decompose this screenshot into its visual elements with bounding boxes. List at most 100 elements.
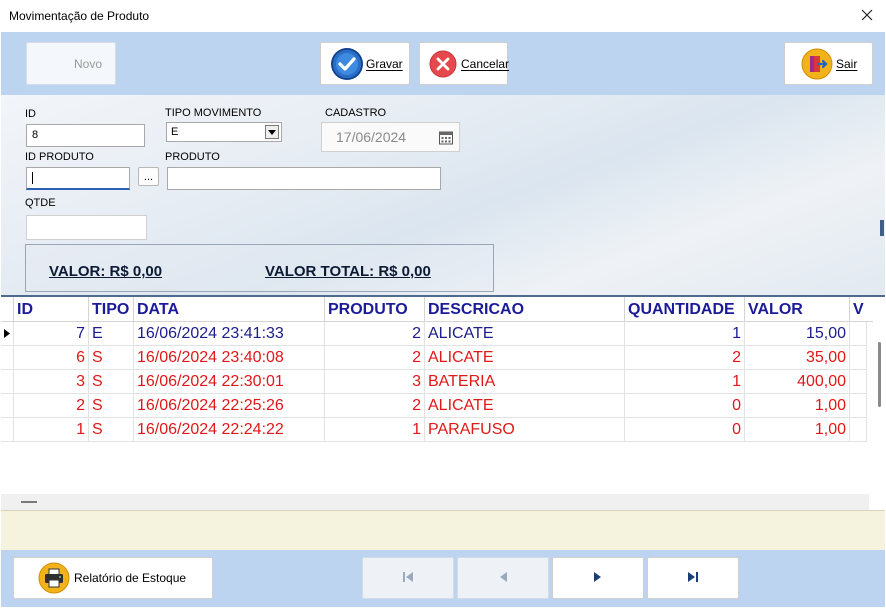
row-indicator[interactable]: [1, 418, 14, 442]
cell-v[interactable]: [850, 346, 867, 370]
col-header-descricao[interactable]: DESCRICAO: [425, 297, 625, 322]
cell-produto[interactable]: 2: [325, 394, 425, 418]
cell-valor[interactable]: 400,00: [745, 370, 850, 394]
window-title: Movimentação de Produto: [9, 9, 150, 23]
cell-quantidade[interactable]: 2: [625, 346, 745, 370]
col-header-tipo[interactable]: TIPO: [89, 297, 134, 322]
cell-data[interactable]: 16/06/2024 22:25:26: [134, 394, 325, 418]
cell-quantidade[interactable]: 0: [625, 394, 745, 418]
gravar-label: Gravar: [366, 56, 403, 71]
last-record-button[interactable]: [647, 557, 739, 599]
sair-button[interactable]: Sair: [784, 42, 873, 85]
cell-descricao[interactable]: BATERIA: [425, 370, 625, 394]
cell-descricao[interactable]: PARAFUSO: [425, 418, 625, 442]
table-row[interactable]: 3 S 16/06/2024 22:30:01 3 BATERIA 1 400,00: [1, 370, 867, 394]
vertical-scroll-thumb[interactable]: [878, 342, 881, 407]
tipo-movimento-select[interactable]: E: [166, 122, 282, 142]
cell-data[interactable]: 16/06/2024 23:40:08: [134, 346, 325, 370]
next-record-button[interactable]: [552, 557, 644, 599]
vertical-scrollbar[interactable]: [868, 322, 885, 510]
cell-tipo[interactable]: S: [89, 370, 134, 394]
produto-field[interactable]: [167, 167, 441, 190]
cell-valor[interactable]: 1,00: [745, 394, 850, 418]
cell-v[interactable]: [850, 322, 867, 346]
row-indicator[interactable]: [1, 346, 14, 370]
skip-last-icon: [687, 571, 699, 586]
cadastro-value: 17/06/2024: [336, 129, 407, 145]
cell-descricao[interactable]: ALICATE: [425, 322, 625, 346]
footer-bar: Relatório de Estoque: [1, 550, 885, 607]
qtde-field[interactable]: [26, 215, 147, 240]
table-row[interactable]: 7 E 16/06/2024 23:41:33 2 ALICATE 1 15,00: [1, 322, 867, 346]
cell-id[interactable]: 3: [14, 370, 89, 394]
cancelar-button[interactable]: Cancelar: [419, 42, 510, 85]
cell-descricao[interactable]: ALICATE: [425, 346, 625, 370]
cadastro-date-field[interactable]: 17/06/2024: [321, 122, 460, 152]
cell-v[interactable]: [850, 394, 867, 418]
calendar-icon[interactable]: [439, 130, 453, 148]
cell-id[interactable]: 2: [14, 394, 89, 418]
lookup-produto-button[interactable]: ...: [138, 167, 159, 186]
cell-valor[interactable]: 15,00: [745, 322, 850, 346]
cell-produto[interactable]: 3: [325, 370, 425, 394]
cell-tipo[interactable]: S: [89, 418, 134, 442]
gravar-button[interactable]: Gravar: [320, 42, 410, 85]
cell-id[interactable]: 7: [14, 322, 89, 346]
relatorio-estoque-button[interactable]: Relatório de Estoque: [13, 557, 213, 599]
tipo-movimento-value: E: [171, 126, 179, 138]
skip-first-icon: [402, 571, 414, 586]
qtde-label: QTDE: [25, 197, 56, 209]
horizontal-scroll-thumb[interactable]: [21, 501, 37, 503]
id-produto-field[interactable]: [26, 167, 130, 190]
valor-total-text: VALOR TOTAL: R$ 0,00: [265, 263, 431, 280]
cell-quantidade[interactable]: 1: [625, 322, 745, 346]
cell-produto[interactable]: 2: [325, 346, 425, 370]
status-bar: [1, 510, 885, 550]
cell-id[interactable]: 1: [14, 418, 89, 442]
novo-button[interactable]: Novo: [26, 42, 116, 85]
cell-tipo[interactable]: S: [89, 346, 134, 370]
col-header-id[interactable]: ID: [14, 297, 89, 322]
cell-v[interactable]: [850, 418, 867, 442]
movements-grid[interactable]: ID TIPO DATA PRODUTO DESCRICAO QUANTIDAD…: [1, 295, 885, 510]
first-record-button[interactable]: [362, 557, 454, 599]
col-header-v[interactable]: V: [850, 297, 873, 322]
row-indicator[interactable]: [1, 370, 14, 394]
cell-v[interactable]: [850, 370, 867, 394]
cancel-icon: [428, 48, 458, 80]
cell-quantidade[interactable]: 1: [625, 370, 745, 394]
id-produto-label: ID PRODUTO: [25, 151, 94, 163]
header-indicator: [1, 297, 14, 322]
cell-quantidade[interactable]: 0: [625, 418, 745, 442]
scroll-indicator: [880, 220, 884, 236]
horizontal-scrollbar[interactable]: [1, 494, 869, 510]
cell-descricao[interactable]: ALICATE: [425, 394, 625, 418]
chevron-down-icon[interactable]: [265, 125, 279, 139]
col-header-produto[interactable]: PRODUTO: [325, 297, 425, 322]
cell-data[interactable]: 16/06/2024 22:30:01: [134, 370, 325, 394]
valor-text: VALOR: R$ 0,00: [49, 263, 163, 280]
cell-valor[interactable]: 1,00: [745, 418, 850, 442]
table-row[interactable]: 6 S 16/06/2024 23:40:08 2 ALICATE 2 35,00: [1, 346, 867, 370]
cell-produto[interactable]: 1: [325, 418, 425, 442]
cell-id[interactable]: 6: [14, 346, 89, 370]
current-row-indicator-icon[interactable]: [1, 322, 14, 346]
cell-tipo[interactable]: E: [89, 322, 134, 346]
col-header-quantidade[interactable]: QUANTIDADE: [625, 297, 745, 322]
id-value: 8: [32, 129, 39, 141]
cell-data[interactable]: 16/06/2024 23:41:33: [134, 322, 325, 346]
col-header-valor[interactable]: VALOR: [745, 297, 850, 322]
table-row[interactable]: 1 S 16/06/2024 22:24:22 1 PARAFUSO 0 1,00: [1, 418, 867, 442]
id-field[interactable]: 8: [26, 124, 145, 147]
table-row[interactable]: 2 S 16/06/2024 22:25:26 2 ALICATE 0 1,00: [1, 394, 867, 418]
previous-record-button[interactable]: [457, 557, 549, 599]
cancelar-label: Cancelar: [461, 56, 510, 71]
close-icon[interactable]: [856, 4, 878, 26]
cell-tipo[interactable]: S: [89, 394, 134, 418]
cell-data[interactable]: 16/06/2024 22:24:22: [134, 418, 325, 442]
cell-produto[interactable]: 2: [325, 322, 425, 346]
col-header-data[interactable]: DATA: [134, 297, 325, 322]
cell-valor[interactable]: 35,00: [745, 346, 850, 370]
row-indicator[interactable]: [1, 394, 14, 418]
produto-label: PRODUTO: [165, 151, 220, 163]
